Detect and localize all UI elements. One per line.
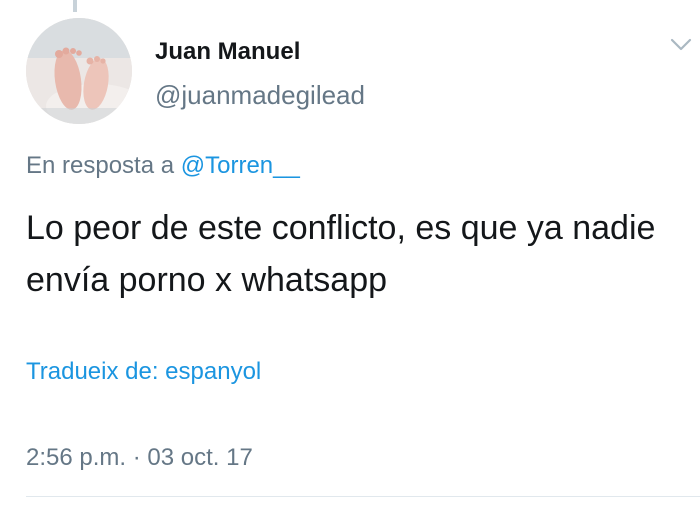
tweet-card: Juan Manuel @juanmadegilead En resposta … — [0, 0, 700, 508]
translate-link[interactable]: Tradueix de: espanyol — [26, 358, 261, 386]
divider — [26, 496, 700, 497]
reply-context: En resposta a @Torren__ — [26, 152, 300, 180]
reply-mention-link[interactable]: @Torren__ — [181, 152, 300, 179]
avatar[interactable] — [26, 18, 132, 124]
tweet-text: Lo peor de este conflicto, es que ya nad… — [26, 209, 656, 299]
reply-prefix: En resposta a — [26, 152, 175, 179]
author-display-name[interactable]: Juan Manuel — [155, 38, 300, 66]
tweet-timestamp[interactable]: 2:56 p.m. · 03 oct. 17 — [26, 444, 253, 472]
chevron-down-icon[interactable] — [670, 38, 692, 52]
thread-connector-line — [73, 0, 77, 12]
author-handle[interactable]: @juanmadegilead — [155, 80, 365, 111]
baby-feet-photo-icon — [26, 18, 132, 124]
